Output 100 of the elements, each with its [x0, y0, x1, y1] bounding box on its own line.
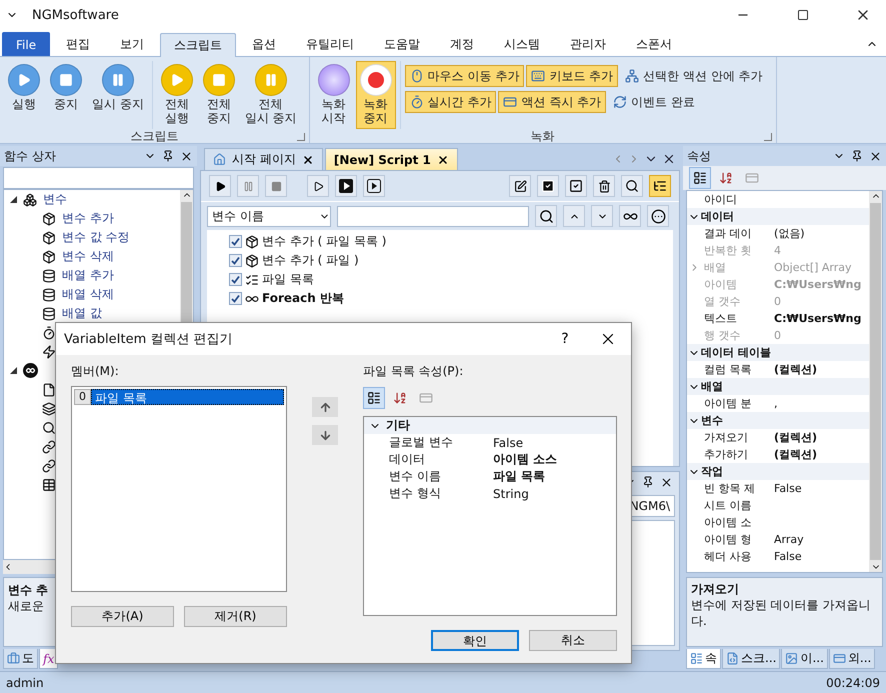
members-list[interactable]: 0 파일 목록: [71, 386, 287, 592]
property-name: 데이터: [388, 451, 426, 468]
tree-item[interactable]: 배열 값: [62, 305, 102, 322]
ribbon-button[interactable]: 선택한 액션 안에 추가: [620, 65, 768, 87]
panel-tab[interactable]: 도: [3, 649, 38, 669]
menu-tab[interactable]: 도움말: [370, 32, 434, 56]
category-row[interactable]: 배열: [687, 378, 869, 395]
panel-tab[interactable]: 속: [686, 649, 721, 669]
ribbon-button[interactable]: 일시 중지: [88, 61, 148, 115]
menu-tab[interactable]: 스폰서: [622, 32, 686, 56]
property-name: 행 갯수: [703, 328, 742, 344]
tree-item[interactable]: 배열 추가: [62, 267, 114, 284]
panel-tab[interactable]: 외...: [828, 649, 876, 669]
property-name: 결과 데이: [703, 226, 752, 242]
property-name: 추가하기: [703, 447, 749, 463]
property-name: 아이템: [703, 277, 738, 293]
property-name: 아이디: [703, 192, 738, 208]
ribbon-button[interactable]: 녹화 중지: [356, 61, 396, 129]
menu-tab[interactable]: 관리자: [556, 32, 620, 56]
property-name: 아이템 소: [703, 515, 752, 531]
remove-button[interactable]: 제거(R): [184, 606, 287, 627]
ok-button[interactable]: 확인: [431, 630, 519, 651]
help-button[interactable]: ?: [545, 323, 585, 355]
user-name: admin: [6, 676, 44, 690]
menu-tab[interactable]: 스크립트: [160, 33, 236, 57]
property-name: 반복한 횟: [703, 243, 752, 259]
ribbon-button[interactable]: 이벤트 완료: [608, 91, 700, 113]
property-value[interactable]: False: [771, 548, 869, 565]
panel-title: 함수 상자: [4, 148, 57, 164]
panel-tab[interactable]: 이...: [781, 649, 828, 669]
category-label: 데이터 테이블: [701, 345, 771, 360]
elapsed-time: 00:24:09: [826, 676, 880, 690]
category-row[interactable]: 데이터 테이블: [687, 344, 869, 361]
panel-tab[interactable]: 스크...: [722, 649, 780, 669]
file-menu[interactable]: File: [2, 32, 50, 56]
menu-tab[interactable]: 편집: [52, 32, 104, 56]
group-title: 녹화: [530, 128, 555, 146]
tree-item[interactable]: 배열 삭제: [62, 286, 114, 303]
property-name: 변수 이름: [388, 468, 442, 485]
property-value[interactable]: (컬렉션): [771, 446, 869, 463]
property-name: 빈 항목 제: [703, 481, 756, 497]
property-value[interactable]: ,: [771, 395, 869, 412]
ribbon-button[interactable]: 전체 실행: [156, 61, 197, 129]
property-value[interactable]: 아이템 소스: [490, 451, 616, 468]
category-row[interactable]: 기타: [364, 417, 616, 434]
menu-tab[interactable]: 유틸리티: [292, 32, 368, 56]
field-dropdown[interactable]: 변수 이름: [207, 206, 331, 226]
category-label: 배열: [701, 379, 723, 394]
property-name: 변수 형식: [388, 485, 442, 502]
ribbon-button[interactable]: 실행: [4, 61, 44, 115]
row-index: 0: [74, 389, 91, 405]
property-value[interactable]: C:₩Users₩ng: [771, 310, 869, 327]
menu-tab[interactable]: 시스템: [490, 32, 554, 56]
category-row[interactable]: 변수: [687, 412, 869, 429]
property-value[interactable]: (컬렉션): [771, 361, 869, 378]
property-value[interactable]: (컬렉션): [771, 429, 869, 446]
description-title: 변수 추: [8, 582, 50, 599]
property-value[interactable]: 파일 목록: [490, 468, 616, 485]
cancel-button[interactable]: 취소: [529, 630, 617, 651]
document-tab[interactable]: [New] Script 1: [324, 148, 458, 170]
tree-item[interactable]: 변수 삭제: [62, 248, 114, 265]
ribbon-button[interactable]: 실시간 추가: [404, 91, 496, 113]
tree-item[interactable]: 변수 값 수정: [62, 229, 130, 246]
menu-tab[interactable]: 옵션: [238, 32, 290, 56]
window-title: NGMsoftware: [32, 8, 120, 22]
property-name: 텍스트: [703, 311, 738, 327]
property-value[interactable]: (없음): [771, 225, 869, 242]
ribbon-button[interactable]: 전체 일시 중지: [240, 61, 301, 129]
property-value[interactable]: String: [490, 485, 616, 502]
tree-item[interactable]: 변수 추가: [62, 210, 114, 227]
property-name: 컬럼 목록: [703, 362, 752, 378]
menu-tab[interactable]: 보기: [106, 32, 158, 56]
ribbon-button[interactable]: 전체 중지: [198, 61, 239, 129]
property-value[interactable]: False: [771, 480, 869, 497]
category-label: 기타: [386, 417, 410, 434]
ribbon-button[interactable]: 녹화 시작: [314, 61, 354, 129]
properties-label: 파일 목록 속성(P):: [363, 363, 464, 380]
action-item[interactable]: 변수 추가 ( 파일 목록 ): [262, 233, 386, 250]
action-item[interactable]: 파일 목록: [262, 271, 314, 288]
member-item[interactable]: 파일 목록: [91, 389, 284, 405]
tree-item[interactable]: 변수: [43, 191, 67, 208]
add-button[interactable]: 추가(A): [71, 606, 174, 627]
menu-tab[interactable]: 계정: [436, 32, 488, 56]
action-item[interactable]: Foreach 반복: [262, 290, 344, 307]
property-name: 아이템 형: [703, 532, 752, 548]
document-tab[interactable]: 시작 페이지: [204, 148, 323, 170]
ribbon-button[interactable]: 키보드 추가: [526, 65, 618, 87]
category-row[interactable]: 데이터: [687, 208, 869, 225]
ribbon-button[interactable]: 중지: [46, 61, 86, 115]
property-value[interactable]: False: [490, 434, 616, 451]
group-title: 스크립트: [130, 128, 178, 146]
property-name: 가져오기: [703, 430, 749, 446]
ribbon-button[interactable]: 마우스 이동 추가: [404, 65, 524, 87]
description-text: 새로운: [8, 599, 45, 615]
property-name: 글로벌 변수: [388, 434, 454, 451]
property-value[interactable]: Array: [771, 531, 869, 548]
action-item[interactable]: 변수 추가 ( 파일 ): [262, 252, 359, 269]
ribbon-button[interactable]: 액션 즉시 추가: [498, 91, 606, 113]
category-row[interactable]: 작업: [687, 463, 869, 480]
panel-title: 속성: [687, 148, 712, 164]
